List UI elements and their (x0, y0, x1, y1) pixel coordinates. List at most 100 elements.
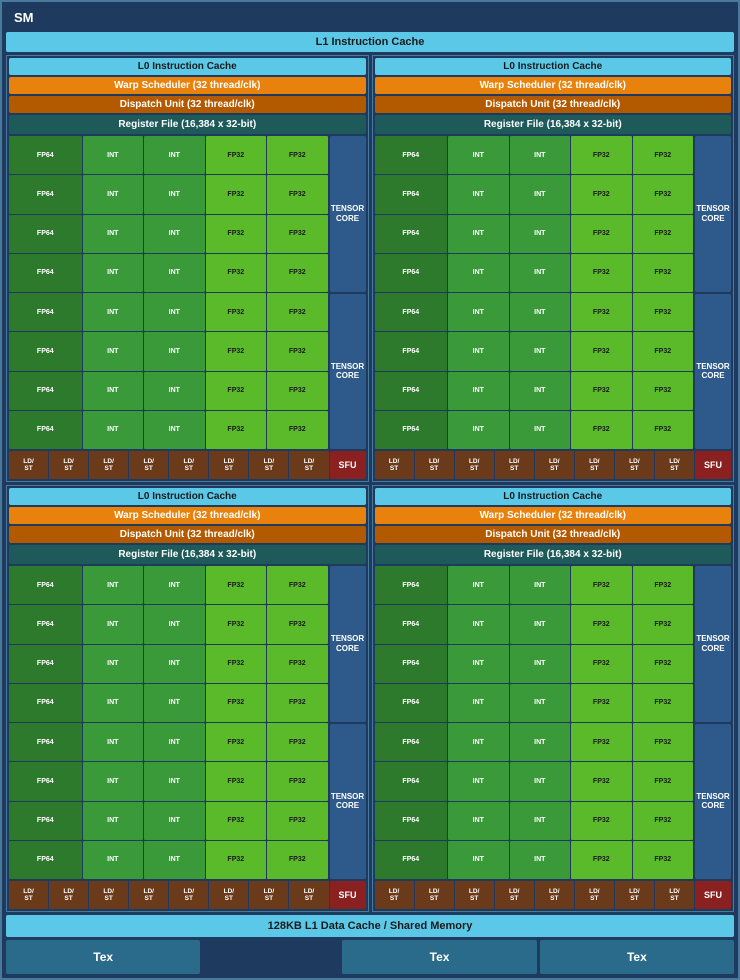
warp-scheduler-q1: Warp Scheduler (32 thread/clk) (9, 77, 366, 94)
int-cell: INT (83, 762, 143, 800)
fp64-cell: FP64 (375, 645, 448, 683)
fp32-cell: FP32 (633, 372, 693, 410)
fp32-cell: FP32 (206, 136, 266, 174)
fp32-cell: FP32 (206, 684, 266, 722)
fp32-cell: FP32 (571, 841, 631, 879)
l0-cache-q2: L0 Instruction Cache (375, 58, 732, 75)
int-cell: INT (448, 762, 508, 800)
fp32-cell: FP32 (633, 175, 693, 213)
int-cell: INT (448, 254, 508, 292)
tex-spacer-1 (203, 940, 339, 974)
bottom-quadrants-row: L0 Instruction Cache Warp Scheduler (32 … (6, 485, 734, 912)
int-cell: INT (83, 684, 143, 722)
ld-st-cell: LD/ST (495, 881, 534, 909)
int-cell: INT (144, 762, 204, 800)
fp32-cell: FP32 (206, 215, 266, 253)
alu-row: FP64 INT INT FP32 FP32 (375, 802, 694, 840)
fp32-cell: FP32 (206, 841, 266, 879)
int-cell: INT (144, 411, 204, 449)
int-cell: INT (448, 802, 508, 840)
alu-row: FP64 INT INT FP32 FP32 (9, 762, 328, 800)
ld-st-cell: LD/ST (375, 881, 414, 909)
l0-cache-q4: L0 Instruction Cache (375, 488, 732, 505)
fp32-cell: FP32 (633, 293, 693, 331)
ld-st-cell: LD/ST (415, 451, 454, 479)
fp32-cell: FP32 (267, 684, 327, 722)
warp-scheduler-q2: Warp Scheduler (32 thread/clk) (375, 77, 732, 94)
alu-row: FP64 INT INT FP32 FP32 (375, 723, 694, 761)
alu-row: FP64 INT INT FP32 FP32 (375, 372, 694, 410)
alu-row: FP64 INT INT FP32 FP32 (9, 566, 328, 604)
ld-st-cell: LD/ST (655, 451, 694, 479)
ld-st-cell: LD/ST (9, 451, 48, 479)
alu-row: FP64 INT INT FP32 FP32 (375, 645, 694, 683)
fp32-cell: FP32 (267, 605, 327, 643)
int-cell: INT (448, 411, 508, 449)
fp32-cell: FP32 (206, 723, 266, 761)
ld-st-cell: LD/ST (289, 451, 328, 479)
register-file-q3: Register File (16,384 x 32-bit) (9, 545, 366, 564)
fp32-cell: FP32 (206, 566, 266, 604)
ld-st-area-q3: LD/ST LD/ST LD/ST LD/ST LD/ST LD/ST LD/S… (9, 881, 329, 909)
alu-row: FP64 INT INT FP32 FP32 (9, 175, 328, 213)
fp32-cell: FP32 (206, 175, 266, 213)
int-cell: INT (83, 802, 143, 840)
int-cell: INT (510, 802, 570, 840)
dispatch-unit-q2: Dispatch Unit (32 thread/clk) (375, 96, 732, 113)
int-cell: INT (448, 566, 508, 604)
fp32-cell: FP32 (571, 332, 631, 370)
tensor-core-2-q4: TENSOR CORE (695, 724, 731, 880)
fp64-cell: FP64 (375, 841, 448, 879)
int-cell: INT (83, 215, 143, 253)
fp32-cell: FP32 (206, 372, 266, 410)
ld-st-cell: LD/ST (169, 881, 208, 909)
ld-st-cell: LD/ST (9, 881, 48, 909)
ld-st-cell: LD/ST (129, 881, 168, 909)
ld-st-cell: LD/ST (375, 451, 414, 479)
int-cell: INT (510, 215, 570, 253)
bottom-row-q2: LD/ST LD/ST LD/ST LD/ST LD/ST LD/ST LD/S… (375, 451, 732, 479)
fp64-cell: FP64 (375, 566, 448, 604)
fp32-cell: FP32 (267, 372, 327, 410)
int-cell: INT (83, 372, 143, 410)
fp32-cell: FP32 (633, 802, 693, 840)
top-quadrants-row: L0 Instruction Cache Warp Scheduler (32 … (6, 55, 734, 482)
tensor-core-2-q2: TENSOR CORE (695, 294, 731, 450)
dispatch-unit-q4: Dispatch Unit (32 thread/clk) (375, 526, 732, 543)
int-cell: INT (448, 136, 508, 174)
int-cell: INT (510, 605, 570, 643)
fp32-cell: FP32 (267, 293, 327, 331)
int-cell: INT (144, 684, 204, 722)
register-file-q2: Register File (16,384 x 32-bit) (375, 115, 732, 134)
int-cell: INT (448, 841, 508, 879)
alu-row: FP64 INT INT FP32 FP32 (375, 293, 694, 331)
int-cell: INT (83, 293, 143, 331)
ld-st-cell: LD/ST (655, 881, 694, 909)
alu-row: FP64 INT INT FP32 FP32 (9, 605, 328, 643)
fp32-cell: FP32 (571, 254, 631, 292)
int-cell: INT (83, 723, 143, 761)
compute-area-q3: FP64 INT INT FP32 FP32 FP64 INT INT FP32… (9, 566, 366, 879)
sm-container: SM L1 Instruction Cache L0 Instruction C… (0, 0, 740, 980)
int-cell: INT (144, 841, 204, 879)
int-cell: INT (144, 645, 204, 683)
int-cell: INT (510, 645, 570, 683)
fp32-cell: FP32 (571, 645, 631, 683)
fp32-cell: FP32 (206, 254, 266, 292)
fp64-cell: FP64 (9, 215, 82, 253)
warp-scheduler-q3: Warp Scheduler (32 thread/clk) (9, 507, 366, 524)
tensor-core-area-q2: TENSOR CORE TENSOR CORE (695, 136, 731, 449)
fp32-cell: FP32 (633, 645, 693, 683)
alu-row: FP64 INT INT FP32 FP32 (9, 411, 328, 449)
int-cell: INT (448, 332, 508, 370)
int-cell: INT (144, 136, 204, 174)
int-cell: INT (510, 684, 570, 722)
ld-st-cell: LD/ST (495, 451, 534, 479)
ld-st-cell: LD/ST (615, 881, 654, 909)
fp64-cell: FP64 (9, 136, 82, 174)
fp64-cell: FP64 (375, 684, 448, 722)
ld-st-cell: LD/ST (89, 881, 128, 909)
fp32-cell: FP32 (267, 645, 327, 683)
fp64-cell: FP64 (375, 372, 448, 410)
fp32-cell: FP32 (633, 254, 693, 292)
